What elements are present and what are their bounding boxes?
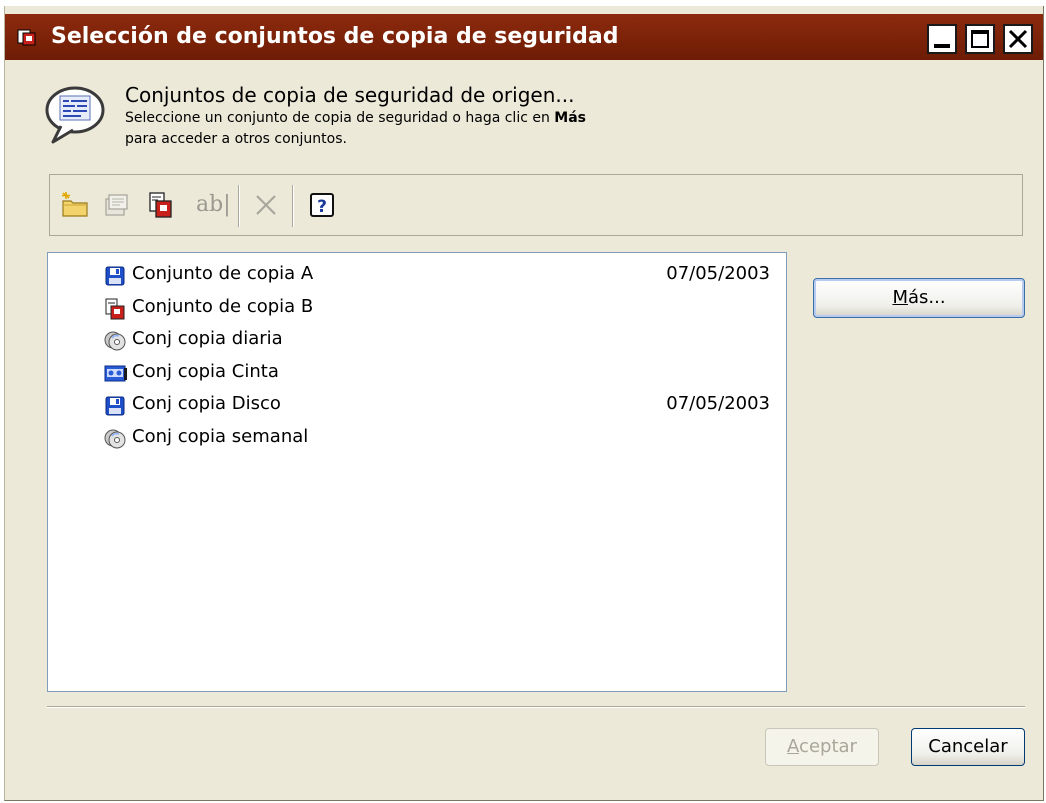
accept-button-hotkey: A <box>787 736 800 757</box>
title-bar[interactable]: Selección de conjuntos de copia de segur… <box>5 14 1043 60</box>
delete-icon[interactable] <box>252 191 280 219</box>
list-item-name: Conj copia Disco <box>132 393 281 414</box>
tape-drive-icon <box>104 363 127 385</box>
more-button-label: ás... <box>907 287 946 308</box>
backup-set-icon[interactable] <box>146 191 174 219</box>
cd-disc-icon <box>104 428 126 450</box>
list-item-name: Conj copia Cinta <box>132 360 279 382</box>
list-item[interactable]: Conj copia semanal <box>48 422 786 454</box>
list-item-name: Conj copia semanal <box>132 425 309 447</box>
backup-set-icon <box>104 298 126 320</box>
more-button[interactable]: Más... <box>813 278 1025 318</box>
svg-text:?: ? <box>317 197 327 217</box>
list-item[interactable]: Conj copia Cinta <box>48 357 786 389</box>
cancel-button[interactable]: Cancelar <box>911 728 1025 766</box>
header-title: Conjuntos de copia de seguridad de orige… <box>125 83 575 107</box>
speech-bubble-icon <box>43 84 111 146</box>
toolbar: ab| ? <box>49 174 1023 236</box>
toolbar-separator <box>292 185 294 227</box>
help-icon[interactable]: ? <box>308 191 336 219</box>
properties-icon[interactable] <box>102 191 130 219</box>
backup-set-dialog: Selección de conjuntos de copia de segur… <box>4 6 1044 801</box>
list-item[interactable]: Conj copia diaria <box>48 324 786 356</box>
app-icon <box>17 27 37 47</box>
toolbar-separator <box>238 185 240 227</box>
list-item-name: Conjunto de copia A <box>132 263 314 284</box>
window-title: Selección de conjuntos de copia de segur… <box>51 24 619 49</box>
minimize-button[interactable] <box>927 24 957 54</box>
new-folder-icon[interactable] <box>60 191 88 219</box>
header-description-text: Seleccione un conjunto de copia de segur… <box>125 110 555 126</box>
close-button[interactable] <box>1003 24 1033 54</box>
floppy-disk-icon <box>104 265 126 287</box>
list-item-date: 07/05/2003 <box>666 393 770 414</box>
maximize-button[interactable] <box>965 24 995 54</box>
list-item-name: Conj copia diaria <box>132 328 283 349</box>
rename-icon[interactable]: ab| <box>196 192 231 217</box>
accept-button[interactable]: Aceptar <box>765 728 879 766</box>
more-button-hotkey: M <box>892 287 908 308</box>
header-description-bold: Más <box>554 110 587 126</box>
backup-set-list[interactable]: Conjunto de copia A 07/05/2003 Conjunto de… <box>47 252 787 692</box>
list-item[interactable]: Conj copia Disco 07/05/2003 <box>48 389 786 421</box>
floppy-disk-icon <box>104 395 126 417</box>
list-item[interactable]: Conjunto de copia B <box>48 292 786 324</box>
list-item-date: 07/05/2003 <box>666 263 770 284</box>
list-item-name: Conjunto de copia B <box>132 295 314 317</box>
accept-button-label: ceptar <box>799 736 857 757</box>
header-description-line2: para acceder a otros conjuntos. <box>125 131 347 147</box>
header-description-line1: Seleccione un conjunto de copia de segur… <box>125 110 586 126</box>
divider <box>47 706 1025 708</box>
cd-disc-icon <box>104 330 126 352</box>
close-icon <box>1008 29 1028 49</box>
list-item[interactable]: Conjunto de copia A 07/05/2003 <box>48 259 786 291</box>
